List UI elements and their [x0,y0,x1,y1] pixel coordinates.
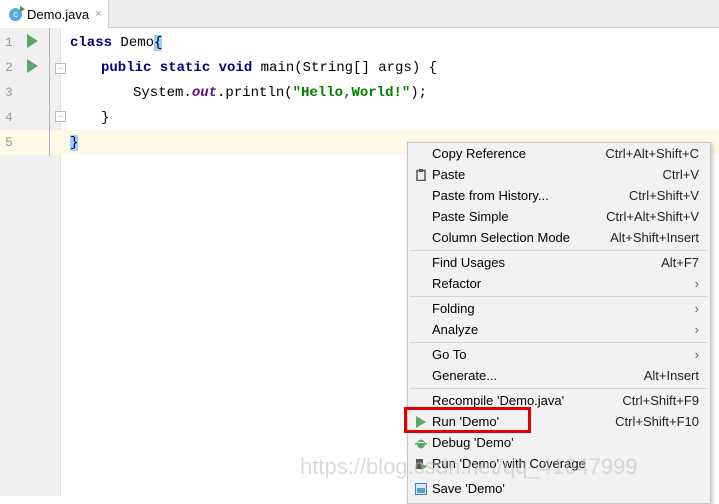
run-main-gutter-icon[interactable] [27,59,38,73]
menu-item-shortcut: Ctrl+Alt+Shift+V [606,209,699,224]
menu-item-label: Save 'Demo' [432,481,505,496]
menu-item-label: Find Usages [432,255,505,270]
menu-item-find-usages[interactable]: Find Usages Alt+F7 [408,252,710,273]
menu-item-label: Paste [432,167,466,182]
run-class-gutter-icon[interactable] [27,34,38,48]
menu-separator [410,388,708,389]
gutter-divider [49,28,50,156]
menu-separator [410,250,708,251]
save-icon [415,482,427,495]
highlight-box [404,407,531,433]
menu-item-copy-reference[interactable]: Copy Reference Ctrl+Alt+Shift+C [408,143,710,164]
menu-item-label: Copy Reference [432,146,526,161]
menu-item-refactor[interactable]: Refactor › [408,273,710,294]
menu-item-label: Debug 'Demo' [432,435,514,450]
menu-item-paste[interactable]: Paste Ctrl+V [408,164,710,185]
menu-item-label: Paste from History... [432,188,549,203]
code-line-4[interactable]: } [101,106,109,131]
menu-item-label: Generate... [432,368,498,383]
submenu-arrow-icon: › [694,276,699,291]
line-number: 2 [5,60,13,75]
menu-item-folding[interactable]: Folding › [408,298,710,319]
line-number: 4 [5,110,13,125]
menu-item-shortcut: Ctrl+V [662,167,699,182]
menu-item-label: Analyze [432,322,479,337]
submenu-arrow-icon: › [694,347,699,362]
tab-title: Demo.java [27,6,90,22]
menu-item-paste-from-history[interactable]: Paste from History... Ctrl+Shift+V [408,185,710,206]
code-line-3[interactable]: System.out.println("Hello,World!"); [133,81,427,106]
menu-item-shortcut: Ctrl+Shift+F9 [622,393,699,408]
context-menu: Copy Reference Ctrl+Alt+Shift+C Paste Ctrl+… [407,142,711,504]
editor-tab-bar: c Demo.java × [0,0,719,28]
code-line-1[interactable]: class Demo{ [70,31,163,56]
submenu-arrow-icon: › [694,322,699,337]
menu-item-shortcut: Alt+F7 [661,255,699,270]
menu-item-generate[interactable]: Generate... Alt+Insert [408,365,710,386]
menu-item-shortcut: Ctrl+Shift+V [628,188,699,203]
menu-item-paste-simple[interactable]: Paste Simple Ctrl+Alt+Shift+V [408,206,710,227]
menu-item-label: Refactor [432,276,482,291]
debug-icon [415,437,427,449]
menu-item-shortcut: Ctrl+Shift+F10 [615,414,699,429]
menu-item-analyze[interactable]: Analyze › [408,319,710,340]
menu-item-go-to[interactable]: Go To › [408,344,710,365]
code-line-2[interactable]: public static void main(String[] args) { [101,56,437,81]
menu-item-label: Paste Simple [432,209,509,224]
fold-icon[interactable]: − [55,63,66,74]
close-icon[interactable]: × [95,8,101,20]
watermark: https://blog.csdn.net/qq_41647999 [300,454,638,479]
menu-item-shortcut: Alt+Shift+Insert [610,230,699,245]
menu-item-debug-demo[interactable]: Debug 'Demo' [408,432,710,453]
menu-item-label: Recompile 'Demo.java' [432,393,565,408]
menu-item-shortcut: Ctrl+Alt+Shift+C [605,146,699,161]
code-line-5[interactable]: } [70,131,79,156]
menu-item-label: Go To [432,347,467,362]
clipboard-icon [415,168,427,181]
fold-icon[interactable]: − [55,111,66,122]
submenu-arrow-icon: › [694,301,699,316]
line-number: 3 [5,85,13,100]
tab-demo-java[interactable]: c Demo.java × [0,0,109,28]
menu-item-shortcut: Alt+Insert [643,368,699,383]
line-number: 1 [5,35,13,50]
java-class-icon: c [9,5,25,21]
menu-separator [410,342,708,343]
menu-item-label: Folding [432,301,475,316]
menu-item-label: Column Selection Mode [432,230,571,245]
menu-item-column-selection-mode[interactable]: Column Selection Mode Alt+Shift+Insert [408,227,710,248]
menu-separator [410,296,708,297]
line-number: 5 [5,135,13,150]
